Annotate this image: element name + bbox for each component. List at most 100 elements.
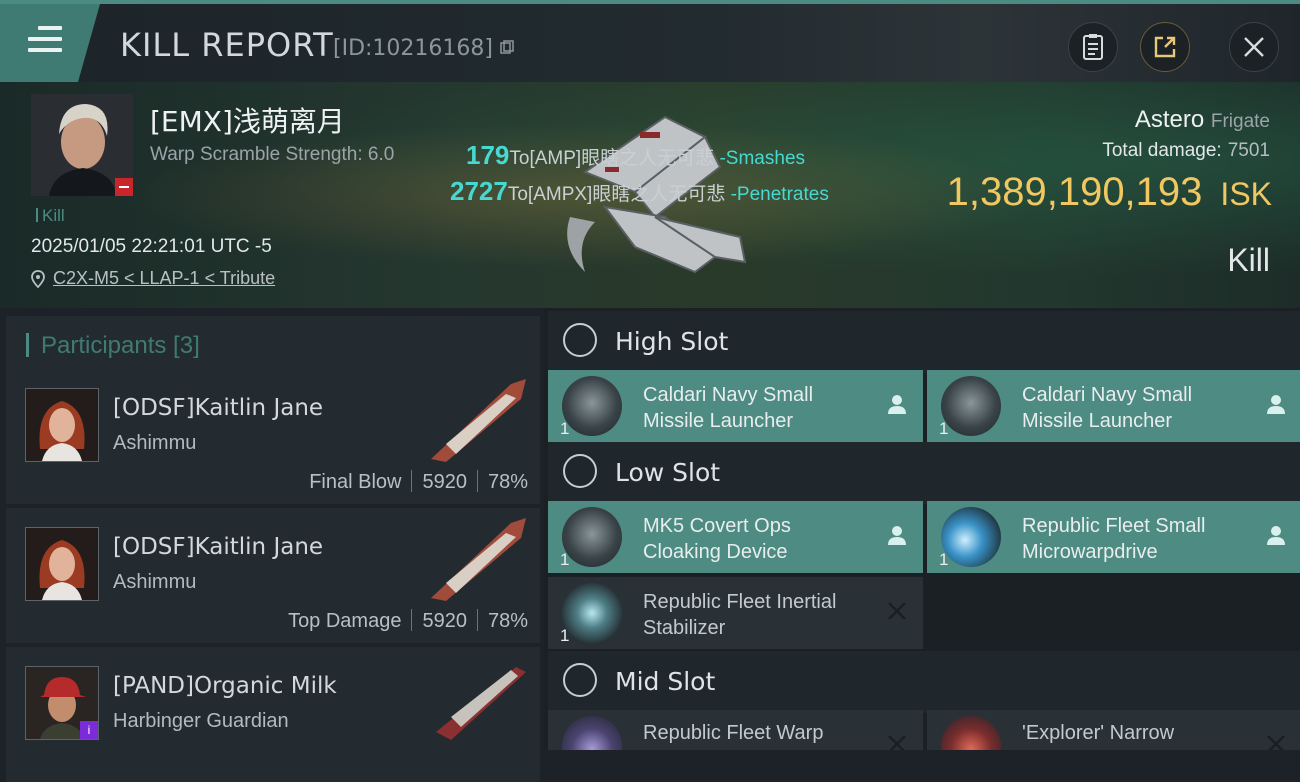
dropped-pilot-icon (1267, 395, 1285, 414)
inertial-stabilizer-icon (562, 583, 622, 643)
module-name-line2: Microwarpdrive (1022, 541, 1158, 563)
low-slot-header: Low Slot (548, 442, 1300, 504)
participant-percent: 78% (487, 610, 528, 632)
scanner-probe-icon (941, 716, 1001, 750)
participants-title: Participants [3] (41, 332, 200, 359)
damage-number: 179 (466, 140, 510, 170)
participant-avatar[interactable] (25, 388, 99, 462)
copy-icon[interactable] (500, 40, 514, 54)
destroyed-x-icon (888, 602, 906, 620)
participant-ship: Ashimmu (113, 432, 197, 454)
participant-stats: Final Blow 5920 78% (309, 470, 528, 494)
pilot-portrait-icon (26, 389, 98, 461)
module-name: MK5 Covert Ops Cloaking Device (643, 513, 883, 565)
mid-slot-icon (563, 663, 597, 697)
cloaking-device-icon (562, 507, 622, 567)
participants-header[interactable]: Participants [3] (6, 316, 540, 372)
clipboard-icon (1083, 34, 1103, 60)
negative-standing-badge (115, 178, 133, 196)
participant-stats: Top Damage 5920 78% (288, 609, 528, 633)
mid-slot-header: Mid Slot (548, 651, 1300, 713)
module-name-line2: Missile Launcher (1022, 410, 1173, 432)
location-link[interactable]: C2X-M5 < LLAP-1 < Tribute (53, 268, 275, 289)
module-name-line2: Missile Launcher (643, 410, 794, 432)
module-name-line1: Republic Fleet Warp (643, 722, 824, 744)
participant-row[interactable]: i [PAND]Organic Milk Harbinger Guardian (6, 647, 540, 782)
clipboard-button[interactable] (1068, 22, 1118, 72)
module-item[interactable]: Republic Fleet Warp (548, 710, 923, 750)
high-slot-header: High Slot (548, 311, 1300, 373)
participant-name: [ODSF]Kaitlin Jane (113, 395, 324, 421)
share-button[interactable] (1140, 22, 1190, 72)
module-qty: 1 (939, 550, 949, 569)
microwarpdrive-icon (941, 507, 1001, 567)
damage-type: -Penetrates (730, 184, 829, 205)
participants-panel: Participants [3] [ODSF]Kaitlin Jane Ashi… (0, 308, 544, 782)
slot-label: Low Slot (615, 458, 721, 487)
participant-percent: 78% (487, 471, 528, 493)
module-qty: 1 (939, 419, 949, 438)
page-title: KILL REPORT (120, 26, 334, 64)
module-name: 'Explorer' Narrow (1022, 720, 1262, 746)
module-name-line1: Republic Fleet Inertial (643, 591, 837, 613)
module-item[interactable]: 1 Caldari Navy Small Missile Launcher (548, 370, 923, 442)
module-item[interactable]: 1 MK5 Covert Ops Cloaking Device (548, 501, 923, 573)
damage-line-1: 179To[AMP]眼瞎之人无可悲 -Smashes (466, 140, 805, 171)
destroyed-x-icon (1267, 735, 1285, 750)
damage-target: To[AMP]眼瞎之人无可悲 (509, 148, 715, 169)
module-item[interactable]: 1 Republic Fleet Small Microwarpdrive (927, 501, 1300, 573)
module-qty: 1 (560, 626, 570, 645)
participant-damage: 5920 (422, 610, 467, 632)
info-badge: i (80, 721, 98, 739)
section-marker (26, 333, 29, 357)
participant-role: Final Blow (309, 471, 402, 493)
participant-name: [PAND]Organic Milk (113, 673, 337, 699)
menu-icon (28, 26, 62, 59)
total-damage: Total damage: 7501 (1102, 140, 1270, 162)
pilot-portrait-icon (26, 528, 98, 600)
module-item[interactable]: 1 Republic Fleet Inertial Stabilizer (548, 577, 923, 649)
fitting-panel: High Slot 1 Caldari Navy Small Missile La… (544, 308, 1300, 750)
victim-ship-name: Astero Frigate (1135, 106, 1270, 134)
damage-number: 2727 (450, 176, 508, 206)
participant-name: [ODSF]Kaitlin Jane (113, 534, 324, 560)
dropped-pilot-icon (888, 395, 906, 414)
damage-line-2: 2727To[AMPX]眼瞎之人无可悲 -Penetrates (450, 176, 829, 207)
isk-unit: ISK (1220, 176, 1272, 212)
ship-class: Frigate (1210, 111, 1270, 132)
top-bar: KILL REPORT [ID:10216168] (0, 0, 1300, 82)
kill-summary-banner: [EMX]浅萌离月 Warp Scramble Strength: 6.0 Ki… (0, 82, 1300, 308)
total-damage-value: 7501 (1227, 140, 1270, 161)
share-icon (1154, 36, 1176, 58)
participant-row[interactable]: [ODSF]Kaitlin Jane Ashimmu Top Damage 592… (6, 508, 540, 643)
slot-label: High Slot (615, 327, 729, 356)
participant-row[interactable]: [ODSF]Kaitlin Jane Ashimmu Final Blow 592… (6, 369, 540, 504)
missile-launcher-icon (562, 376, 622, 436)
missile-launcher-icon (941, 376, 1001, 436)
module-name: Caldari Navy Small Missile Launcher (1022, 382, 1262, 434)
destroyed-x-icon (888, 735, 906, 750)
ship-name: Astero (1134, 106, 1205, 133)
module-name: Republic Fleet Inertial Stabilizer (643, 589, 883, 641)
kill-type-tag: Kill (36, 206, 65, 226)
menu-button[interactable] (0, 4, 100, 82)
module-qty: 1 (560, 550, 570, 569)
victim-name: [EMX]浅萌离月 (150, 105, 345, 138)
module-name-line2: Cloaking Device (643, 541, 788, 563)
close-button[interactable] (1229, 22, 1279, 72)
module-item[interactable]: 1 Caldari Navy Small Missile Launcher (927, 370, 1300, 442)
warp-disruptor-icon (562, 716, 622, 750)
kill-datetime: 2025/01/05 22:21:01 UTC -5 (31, 236, 272, 257)
victim-avatar[interactable] (31, 94, 133, 196)
participant-ship-icon (436, 667, 526, 740)
module-item[interactable]: 'Explorer' Narrow (927, 710, 1300, 750)
module-name-line1: 'Explorer' Narrow (1022, 722, 1175, 744)
module-name-line2: Stabilizer (643, 617, 726, 639)
low-slot-icon (563, 454, 597, 488)
participant-avatar[interactable] (25, 527, 99, 601)
kill-location[interactable]: C2X-M5 < LLAP-1 < Tribute (31, 268, 275, 289)
participant-avatar[interactable]: i (25, 666, 99, 740)
module-name-line1: MK5 Covert Ops (643, 515, 791, 537)
warp-scramble-strength: Warp Scramble Strength: 6.0 (150, 144, 395, 165)
close-icon (1244, 37, 1264, 57)
